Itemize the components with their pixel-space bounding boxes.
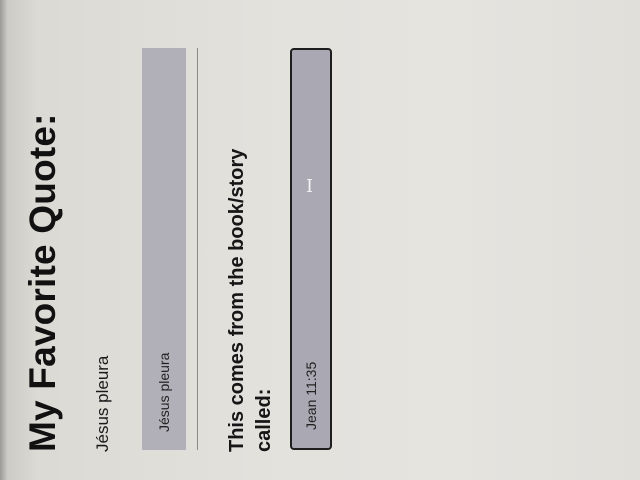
quote-text: Jésus pleura <box>93 355 112 452</box>
source-heading: This comes from the book/story called: <box>226 148 275 452</box>
quote-page: My Favorite Quote: Jésus pleura Jésus pl… <box>0 0 640 480</box>
quote-input[interactable]: Jésus pleura <box>142 48 186 450</box>
divider <box>197 48 198 450</box>
text-cursor-icon: I <box>305 175 314 197</box>
page-title: My Favorite Quote: <box>22 113 63 452</box>
source-input[interactable]: Jean 11:35 <box>290 48 332 450</box>
